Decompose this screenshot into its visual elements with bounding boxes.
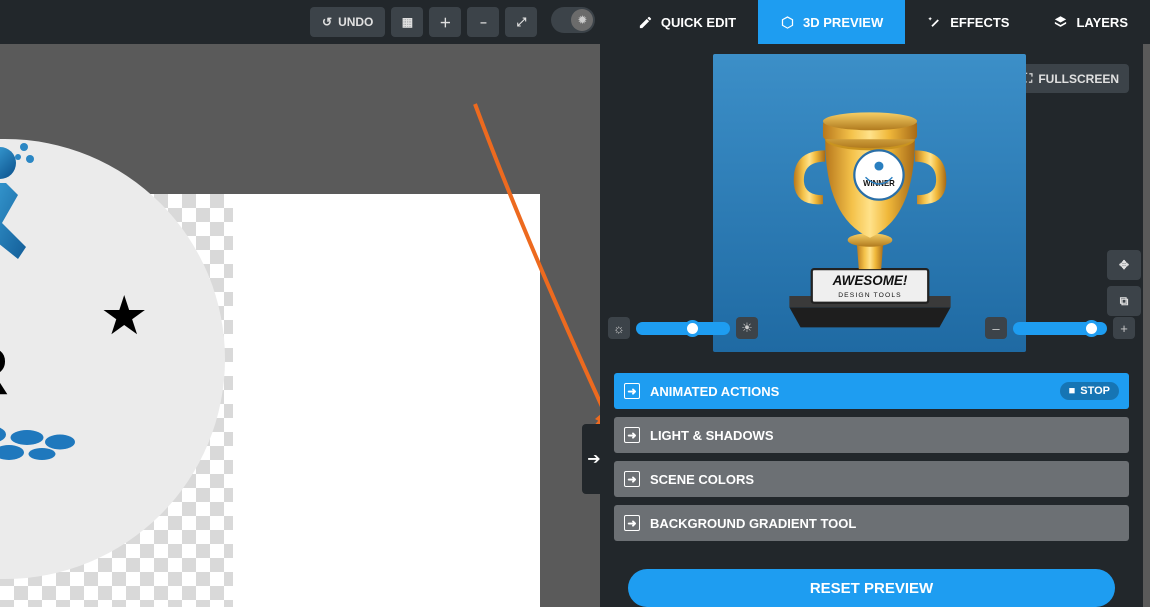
- accordion-animated-actions[interactable]: ➜ ANIMATED ACTIONS ■ STOP: [614, 373, 1129, 409]
- frame-icon: ⧉: [1120, 294, 1129, 309]
- winner-text: NNER: [0, 332, 11, 410]
- minus-icon: –: [480, 15, 487, 29]
- zoom-out-button[interactable]: –: [467, 7, 499, 37]
- tab-effects[interactable]: EFFECTS: [905, 0, 1031, 44]
- arrow-right-icon: ➔: [587, 449, 600, 469]
- expand-icon: ⤢: [517, 15, 527, 30]
- expand-right-icon: ➜: [624, 427, 640, 443]
- tab-layers[interactable]: LAYERS: [1031, 0, 1150, 44]
- wand-icon: [927, 15, 942, 30]
- expand-right-icon: ➜: [624, 383, 640, 399]
- zoom-out-icon[interactable]: –: [985, 317, 1007, 339]
- accordion-background-gradient[interactable]: ➜ BACKGROUND GRADIENT TOOL: [614, 505, 1129, 541]
- undo-label: UNDO: [338, 15, 373, 29]
- preview-sliders: ☼ ☀ – +: [600, 315, 1143, 341]
- tab-label: 3D PREVIEW: [803, 15, 883, 30]
- accordion-label: LIGHT & SHADOWS: [650, 428, 774, 443]
- laurel-divider-icon: [0, 412, 150, 472]
- edit-icon: [638, 15, 653, 30]
- preview-side-tools: ✥ ⧉: [1107, 250, 1141, 316]
- slider-thumb[interactable]: [684, 320, 701, 337]
- zoom-in-button[interactable]: ＋: [429, 7, 461, 37]
- tab-strip: QUICK EDIT 3D PREVIEW EFFECTS LAYERS: [616, 0, 1150, 44]
- stop-button[interactable]: ■ STOP: [1060, 382, 1119, 400]
- accordion-scene-colors[interactable]: ➜ SCENE COLORS: [614, 461, 1129, 497]
- tab-label: QUICK EDIT: [661, 15, 736, 30]
- move-tool-button[interactable]: ✥: [1107, 250, 1141, 280]
- accordion-light-shadows[interactable]: ➜ LIGHT & SHADOWS: [614, 417, 1129, 453]
- winner-badge: ★ NNER SOME!: [0, 124, 240, 594]
- expand-button[interactable]: ⤢: [505, 7, 537, 37]
- tab-quick-edit[interactable]: QUICK EDIT: [616, 0, 758, 44]
- grid-button[interactable]: ▦: [391, 7, 423, 37]
- toolbar-buttons: ↺ UNDO ▦ ＋ – ⤢ ✹: [310, 7, 595, 37]
- preview-viewport-row: ⛶ FULLSCREEN: [600, 44, 1143, 347]
- star-icon: ★: [100, 284, 148, 347]
- laurel-icon: [0, 184, 180, 424]
- accordion-list: ➜ ANIMATED ACTIONS ■ STOP ➜ LIGHT & SHAD…: [600, 347, 1143, 541]
- theme-toggle[interactable]: ✹: [551, 7, 595, 33]
- reset-label: RESET PREVIEW: [810, 580, 933, 597]
- layers-icon: [1053, 15, 1068, 30]
- accordion-label: SCENE COLORS: [650, 472, 754, 487]
- move-icon: ✥: [1119, 258, 1129, 272]
- plaque-line2: DESIGN TOOLS: [838, 292, 902, 299]
- reset-preview-button[interactable]: RESET PREVIEW: [628, 569, 1115, 607]
- reframe-button[interactable]: ⧉: [1107, 286, 1141, 316]
- plus-icon: ＋: [439, 14, 451, 31]
- zoom-in-icon[interactable]: +: [1113, 317, 1135, 339]
- accordion-label: ANIMATED ACTIONS: [650, 384, 779, 399]
- zoom-slider[interactable]: [1013, 322, 1107, 335]
- artboard: ★ NNER SOME!: [0, 194, 540, 607]
- undo-icon: ↺: [322, 15, 332, 29]
- tab-3d-preview[interactable]: 3D PREVIEW: [758, 0, 905, 44]
- preview-3d-viewport[interactable]: AWESOME! DESIGN TOOLS WINN: [713, 54, 1026, 352]
- expand-right-icon: ➜: [624, 471, 640, 487]
- stop-icon: ■: [1069, 385, 1076, 397]
- fullscreen-button[interactable]: ⛶ FULLSCREEN: [1014, 64, 1129, 93]
- gear-icon: ✹: [571, 9, 593, 31]
- top-toolbar: ↺ UNDO ▦ ＋ – ⤢ ✹ QUICK EDIT 3D PREVIEW E…: [0, 0, 1150, 44]
- grid-icon: ▦: [402, 15, 413, 29]
- trophy-render: AWESOME! DESIGN TOOLS WINN: [755, 72, 985, 352]
- plaque-line1: AWESOME!: [831, 273, 907, 288]
- brightness-slider[interactable]: [636, 322, 730, 335]
- brightness-high-icon[interactable]: ☀: [736, 317, 758, 339]
- design-canvas[interactable]: ★ NNER SOME! ➔: [0, 44, 600, 607]
- undo-button[interactable]: ↺ UNDO: [310, 7, 385, 37]
- panel-collapse-handle[interactable]: ➔: [582, 424, 600, 494]
- accordion-label: BACKGROUND GRADIENT TOOL: [650, 516, 856, 531]
- expand-right-icon: ➜: [624, 515, 640, 531]
- slider-thumb[interactable]: [1083, 320, 1100, 337]
- stop-label: STOP: [1080, 385, 1110, 397]
- brightness-low-icon[interactable]: ☼: [608, 317, 630, 339]
- cube-icon: [780, 15, 795, 30]
- fullscreen-label: FULLSCREEN: [1038, 72, 1119, 86]
- tab-label: LAYERS: [1076, 15, 1128, 30]
- preview-panel: ⛶ FULLSCREEN: [600, 44, 1143, 607]
- tab-label: EFFECTS: [950, 15, 1009, 30]
